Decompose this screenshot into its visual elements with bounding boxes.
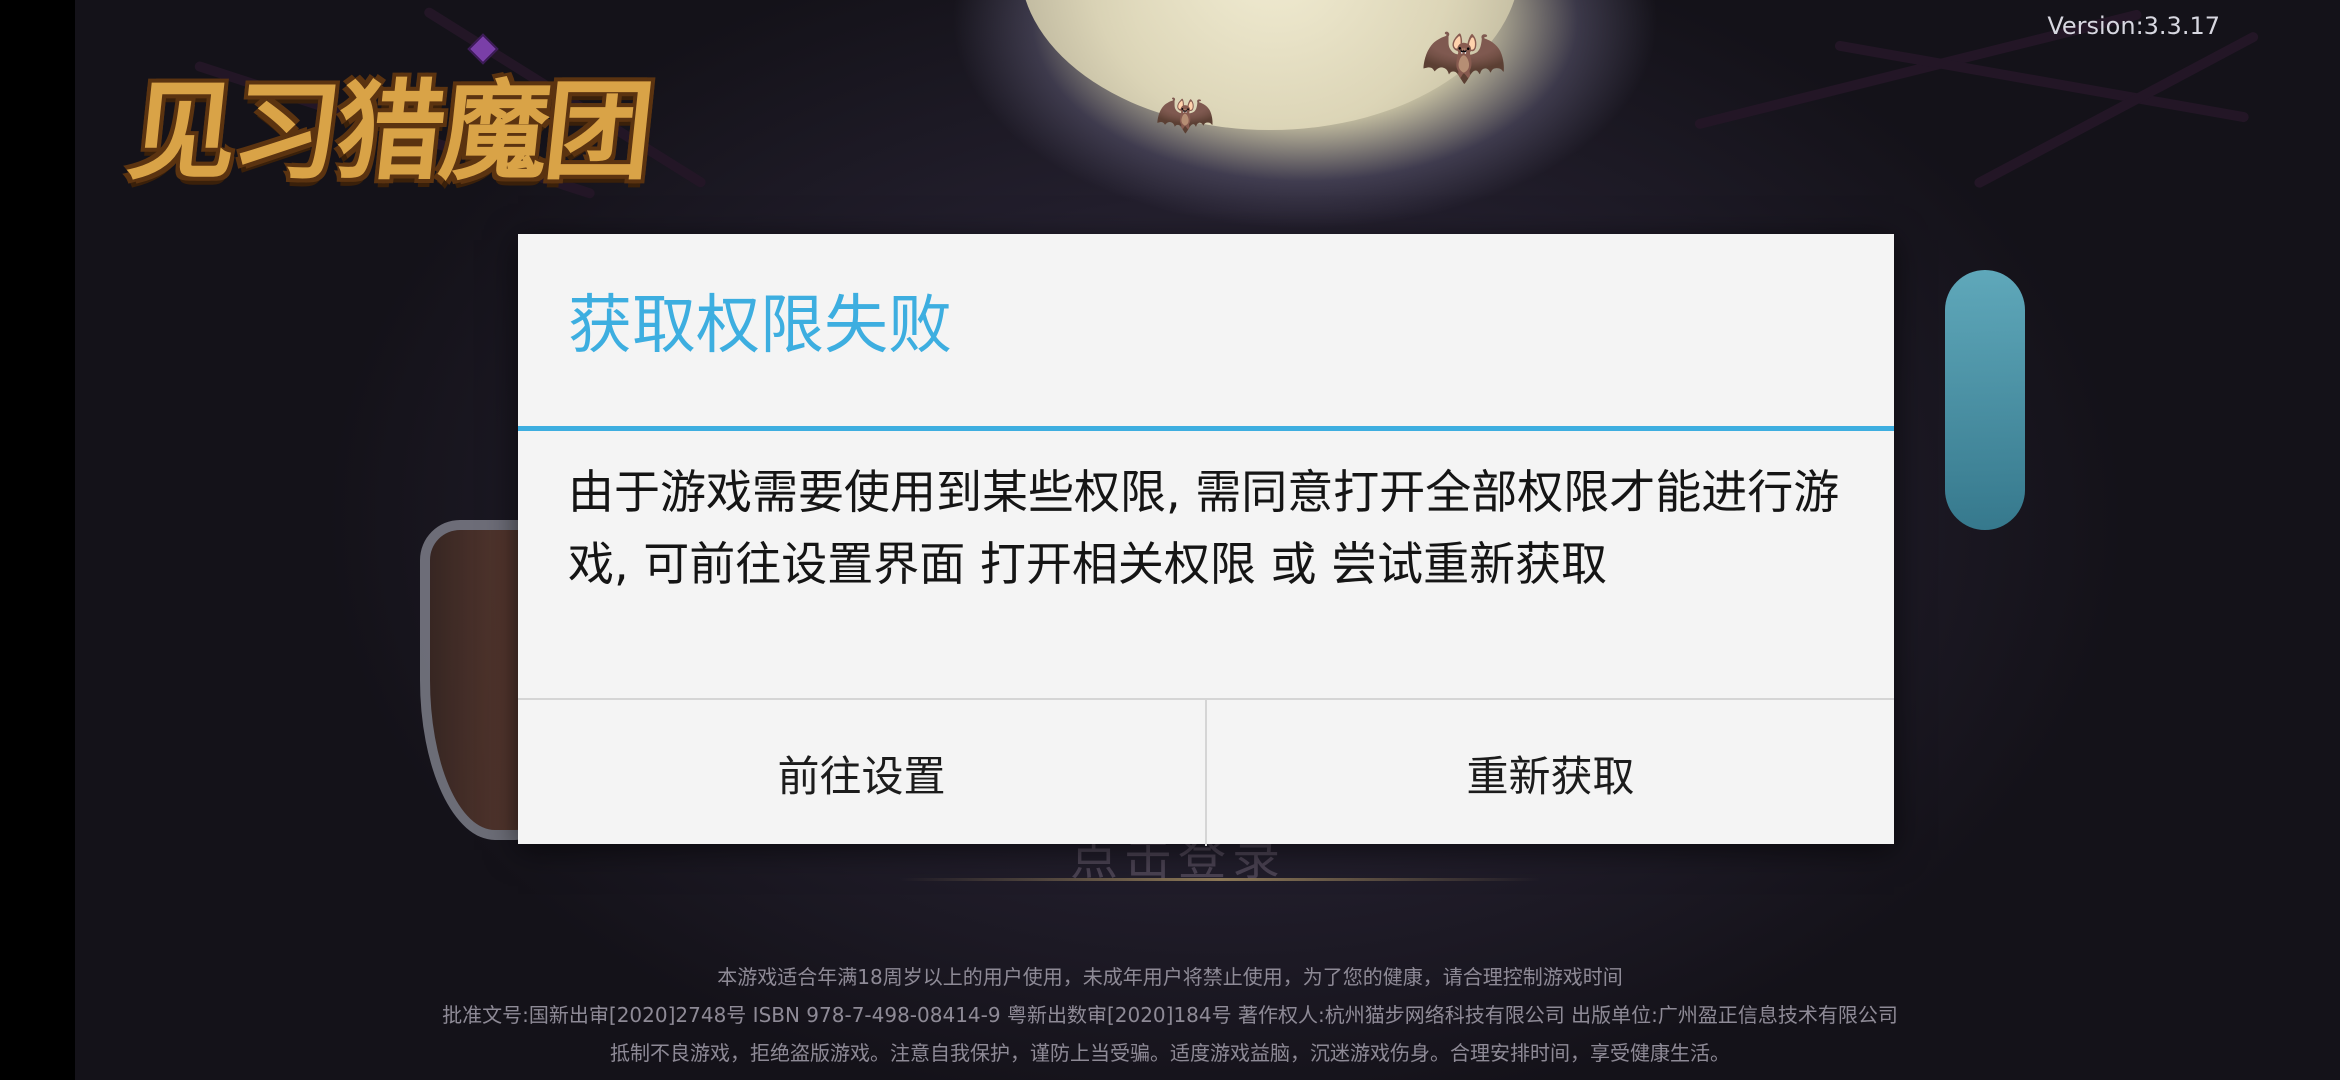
dialog-divider <box>518 426 1894 431</box>
permission-dialog: 获取权限失败 由于游戏需要使用到某些权限, 需同意打开全部权限才能进行游戏, 可… <box>518 234 1894 846</box>
go-to-settings-button[interactable]: 前往设置 <box>518 700 1205 846</box>
dialog-message: 由于游戏需要使用到某些权限, 需同意打开全部权限才能进行游戏, 可前往设置界面 … <box>568 465 1840 591</box>
game-logo: 见习猎魔团 <box>122 70 656 195</box>
version-label: Version:3.3.17 <box>2047 12 2220 40</box>
bat-decoration: 🦇 <box>1155 86 1215 142</box>
tree-branch <box>1834 40 2250 123</box>
dialog-button-bar: 前往设置 重新获取 <box>518 698 1894 846</box>
footer-line: 批准文号:国新出审[2020]2748号 ISBN 978-7-498-0841… <box>442 1003 1898 1027</box>
screen: 🦇 🦇 见习猎魔团 Version:3.3.17 点击登录 本游戏适合年满18周… <box>0 0 2340 1080</box>
footer-line: 抵制不良游戏，拒绝盗版游戏。注意自我保护，谨防上当受骗。适度游戏益脑，沉迷游戏伤… <box>610 1041 1730 1065</box>
legal-footer: 本游戏适合年满18周岁以上的用户使用，未成年用户将禁止使用，为了您的健康，请合理… <box>0 958 2340 1072</box>
creature-decoration <box>1945 270 2025 530</box>
retry-button[interactable]: 重新获取 <box>1205 700 1894 846</box>
dialog-title: 获取权限失败 <box>568 289 952 363</box>
start-underline <box>900 878 1540 881</box>
bat-decoration: 🦇 <box>1420 14 1508 96</box>
footer-line: 本游戏适合年满18周岁以上的用户使用，未成年用户将禁止使用，为了您的健康，请合理… <box>717 965 1623 989</box>
